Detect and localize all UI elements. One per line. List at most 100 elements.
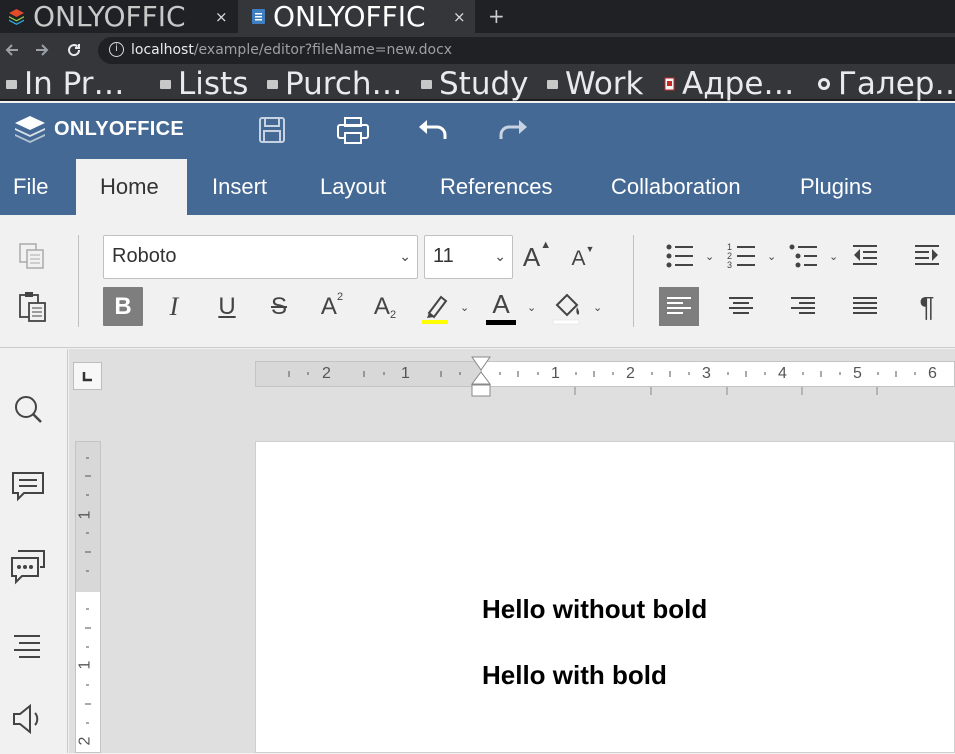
redo-icon[interactable]	[493, 113, 533, 149]
address-bar: i localhost/example/editor?fileName=new.…	[0, 33, 955, 67]
justify-icon[interactable]	[845, 287, 885, 326]
chevron-down-icon[interactable]: ⌄	[767, 250, 776, 263]
chat-icon[interactable]	[10, 549, 46, 585]
align-right-icon[interactable]	[783, 287, 823, 326]
bold-button[interactable]: B	[103, 287, 143, 326]
home-toolbar: Roboto ⌄ 11 ⌄ A ▲ A ▼ B I U S A2 A2 ⌄ A ⌄ …	[0, 215, 955, 348]
bookmark-link[interactable]: Галер…	[817, 66, 955, 102]
paint-bucket-icon[interactable]	[551, 291, 583, 325]
reload-icon[interactable]	[66, 42, 82, 58]
tab-references[interactable]: References	[427, 159, 566, 215]
search-icon[interactable]	[10, 391, 46, 427]
browser-tab-active[interactable]: ONLYOFFIC ×	[238, 0, 475, 33]
italic-button[interactable]: I	[157, 287, 191, 326]
subscript-button[interactable]: A2	[367, 287, 403, 326]
increase-font-button[interactable]: A ▲	[522, 239, 552, 275]
tab-file[interactable]: File	[0, 159, 61, 215]
paragraph-marks-button[interactable]: ¶	[912, 287, 942, 326]
left-sidebar	[0, 349, 68, 753]
browser-tab[interactable]: ONLYOFFIC ×	[0, 0, 237, 33]
numbered-list-icon[interactable]: 1 2 3	[727, 241, 757, 271]
menu-tabs: File Home Insert Layout References Colla…	[0, 159, 955, 215]
folder-icon	[160, 79, 171, 89]
copy-icon[interactable]	[18, 242, 48, 270]
superscript-button[interactable]: A2	[314, 287, 350, 326]
folder-icon	[421, 79, 432, 89]
tab-markers	[574, 387, 878, 395]
bookmark-link[interactable]: Адре…	[664, 66, 794, 102]
back-icon[interactable]	[4, 42, 20, 58]
brand-name: ONLYOFFICE	[54, 117, 185, 140]
font-color-button[interactable]: A	[485, 289, 517, 319]
bookmark-folder[interactable]: Study	[421, 66, 529, 102]
svg-text:3: 3	[727, 260, 732, 270]
decrease-indent-icon[interactable]	[851, 241, 881, 271]
folder-icon	[547, 79, 558, 89]
bookmark-folder[interactable]: Lists	[160, 66, 248, 102]
url-input[interactable]: i localhost/example/editor?fileName=new.…	[98, 37, 955, 64]
document-workspace: 2 1 1 2 3 4 5 6 1 1 2 Hello without bold…	[69, 349, 955, 753]
onlyoffice-favicon-icon	[9, 9, 24, 25]
font-color-swatch	[486, 320, 516, 325]
highlight-icon[interactable]	[420, 291, 452, 325]
chevron-down-icon[interactable]: ⌄	[705, 250, 714, 263]
strikethrough-button[interactable]: S	[262, 287, 296, 326]
bullet-list-icon[interactable]	[665, 241, 695, 271]
site-info-icon[interactable]: i	[109, 42, 124, 57]
chevron-down-icon[interactable]: ⌄	[593, 301, 602, 314]
folder-icon	[6, 79, 17, 89]
tab-home[interactable]: Home	[76, 159, 187, 215]
undo-icon[interactable]	[413, 113, 453, 149]
multilevel-list-icon[interactable]	[789, 241, 819, 271]
chevron-down-icon[interactable]: ⌄	[527, 301, 536, 314]
new-tab-button[interactable]: +	[488, 4, 505, 28]
tab-plugins[interactable]: Plugins	[787, 159, 885, 215]
tab-title: ONLYOFFIC	[33, 0, 186, 33]
document-page[interactable]: Hello without bold Hello with bold	[255, 441, 955, 753]
tab-collaboration[interactable]: Collaboration	[598, 159, 754, 215]
paragraph[interactable]: Hello with bold	[482, 660, 667, 691]
forward-icon[interactable]	[34, 42, 50, 58]
close-icon[interactable]: ×	[453, 8, 466, 26]
browser-tab-bar: ONLYOFFIC × ONLYOFFIC × +	[0, 0, 955, 33]
print-icon[interactable]	[333, 113, 373, 149]
save-icon[interactable]	[252, 113, 292, 149]
navigation-icon[interactable]	[10, 627, 46, 663]
increase-indent-icon[interactable]	[913, 241, 943, 271]
align-left-icon[interactable]	[659, 287, 699, 326]
align-center-icon[interactable]	[721, 287, 761, 326]
ruler-ticks	[288, 371, 916, 377]
chevron-down-icon[interactable]: ⌄	[829, 250, 838, 263]
globe-icon	[818, 78, 830, 90]
bookmark-folder[interactable]: Work	[547, 66, 644, 102]
font-name-select[interactable]: Roboto ⌄	[103, 235, 418, 279]
tab-title: ONLYOFFIC	[273, 0, 426, 33]
toolbar-separator	[78, 235, 79, 327]
comments-icon[interactable]	[10, 469, 46, 505]
tab-layout[interactable]: Layout	[307, 159, 399, 215]
tab-stop-selector[interactable]	[73, 362, 102, 390]
font-size-select[interactable]: 11 ⌄	[424, 235, 513, 279]
vertical-ruler[interactable]: 1 1 2	[75, 441, 101, 753]
bookmark-folder[interactable]: Purch…	[267, 66, 403, 102]
caret-up-icon: ▲	[540, 239, 552, 251]
onlyoffice-logo-icon	[15, 116, 45, 143]
caret-down-icon: ▼	[585, 244, 595, 254]
bookmark-folder[interactable]: In Pr…	[6, 66, 125, 102]
toolbar-separator	[633, 235, 634, 327]
close-icon[interactable]: ×	[215, 8, 228, 26]
paragraph[interactable]: Hello without bold	[482, 594, 707, 625]
underline-button[interactable]: U	[210, 287, 244, 326]
url-text: localhost/example/editor?fileName=new.do…	[131, 42, 453, 58]
feedback-icon[interactable]	[10, 701, 46, 737]
decrease-font-button[interactable]: A ▼	[568, 243, 598, 275]
tab-insert[interactable]: Insert	[199, 159, 280, 215]
chevron-down-icon[interactable]: ⌄	[460, 301, 469, 314]
chevron-down-icon: ⌄	[494, 249, 506, 265]
paste-icon[interactable]	[18, 291, 48, 323]
horizontal-ruler[interactable]: 2 1 1 2 3 4 5 6	[255, 361, 955, 387]
onlyoffice-logo: ONLYOFFICE	[14, 115, 184, 143]
ruler-ticks	[85, 457, 91, 724]
chevron-down-icon: ⌄	[399, 249, 411, 265]
document-favicon-icon	[252, 9, 265, 24]
